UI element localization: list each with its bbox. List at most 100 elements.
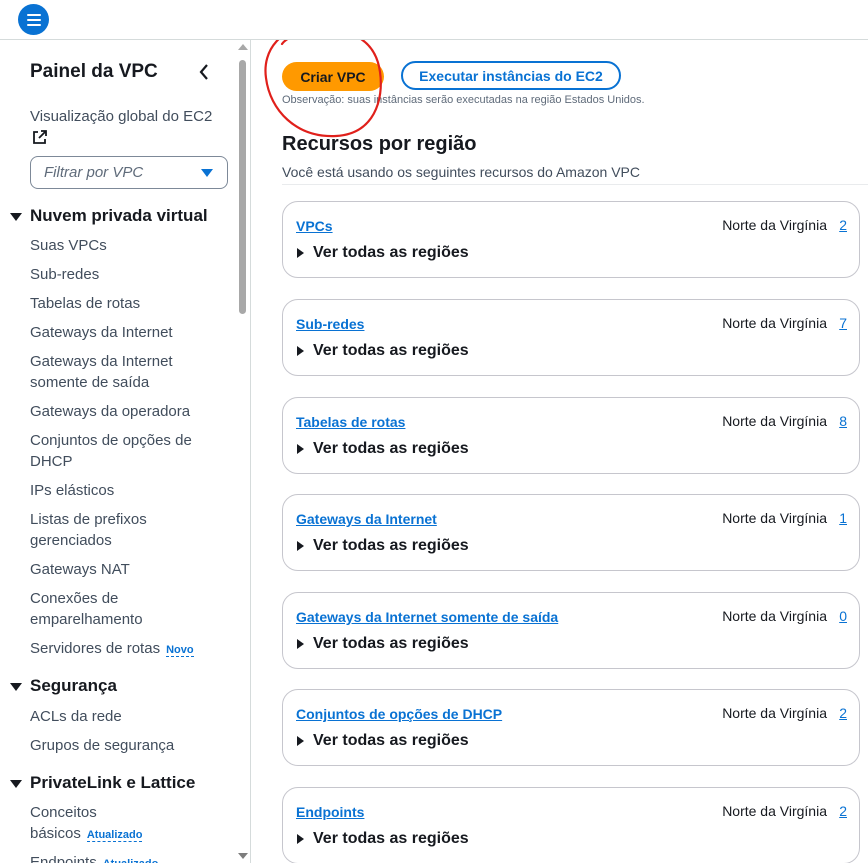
expand-all-regions[interactable]: Ver todas as regiões [297, 732, 469, 750]
sidebar-item-security-groups[interactable]: Grupos de segurança [30, 735, 220, 756]
resource-card: Tabelas de rotas Norte da Virgínia 8 Ver to… [282, 397, 860, 474]
section-security-label: Segurança [30, 676, 117, 695]
resource-link[interactable]: Sub-redes [296, 316, 364, 332]
expand-all-regions[interactable]: Ver todas as regiões [297, 537, 469, 555]
expand-all-regions[interactable]: Ver todas as regiões [297, 244, 469, 262]
sidebar-item-carrier-gateways[interactable]: Gateways da operadora [30, 401, 220, 422]
menu-icon[interactable] [18, 4, 49, 35]
resource-card: Gateways da Internet somente de saída Nor… [282, 592, 860, 669]
sidebar-item-route-servers-label: Servidores de rotas [30, 640, 161, 657]
region-label: Norte da Virgínia [722, 413, 827, 429]
create-vpc-button[interactable]: Criar VPC [282, 62, 384, 91]
expand-all-regions[interactable]: Ver todas as regiões [297, 635, 469, 653]
sidebar-item-route-tables[interactable]: Tabelas de rotas [30, 293, 220, 314]
sidebar-item-peering-connections[interactable]: Conexões de emparelhamento [30, 588, 165, 630]
expand-all-regions[interactable]: Ver todas as regiões [297, 440, 469, 458]
expand-triangle-icon [297, 639, 304, 649]
resource-count-link[interactable]: 8 [839, 413, 847, 429]
expand-all-regions[interactable]: Ver todas as regiões [297, 342, 469, 360]
section-security[interactable]: Segurança [10, 676, 117, 696]
section-vpc-label: Nuvem privada virtual [30, 206, 208, 225]
external-link-icon[interactable] [32, 129, 48, 145]
sidebar-item-dhcp-option-sets[interactable]: Conjuntos de opções de DHCP [30, 430, 200, 472]
top-bar [0, 0, 868, 40]
resource-card: Sub-redes Norte da Virgínia 7 Ver todas as … [282, 299, 860, 376]
expand-label: Ver todas as regiões [313, 537, 469, 554]
scrollbar-thumb[interactable] [239, 60, 246, 314]
sidebar-item-egress-only-gateways[interactable]: Gateways da Internet somente de saída [30, 351, 190, 393]
sidebar-item-elastic-ips[interactable]: IPs elásticos [30, 480, 220, 501]
expand-label: Ver todas as regiões [313, 830, 469, 847]
vpc-filter-select[interactable]: Filtrar por VPC [30, 156, 228, 189]
resource-card: VPCs Norte da Virgínia 2 Ver todas as regiõ… [282, 201, 860, 278]
caret-down-icon [10, 779, 22, 788]
expand-triangle-icon [297, 834, 304, 844]
sidebar-item-subnets[interactable]: Sub-redes [30, 264, 220, 285]
region-label: Norte da Virgínia [722, 217, 827, 233]
launch-note: Observação: suas instâncias serão execut… [282, 94, 645, 106]
sidebar-item-route-servers[interactable]: Servidores de rotas Novo [30, 638, 230, 661]
region-label: Norte da Virgínia [722, 608, 827, 624]
resource-link[interactable]: Tabelas de rotas [296, 414, 405, 430]
sidebar-item-endpoints[interactable]: Endpoints Atualizado [30, 852, 220, 863]
resources-title: Recursos por região [282, 133, 477, 155]
hand-drawn-circle-annotation [264, 40, 382, 138]
region-label: Norte da Virgínia [722, 510, 827, 526]
launch-ec2-button[interactable]: Executar instâncias do EC2 [401, 61, 621, 90]
section-privatelink[interactable]: PrivateLink e Lattice [10, 773, 195, 793]
sidebar-item-managed-prefix-lists[interactable]: Listas de prefixos gerenciados [30, 509, 165, 551]
expand-triangle-icon [297, 541, 304, 551]
vpc-filter-placeholder: Filtrar por VPC [44, 164, 144, 181]
sidebar-item-nat-gateways[interactable]: Gateways NAT [30, 559, 220, 580]
scroll-down-icon[interactable] [238, 853, 248, 859]
sidebar-item-ec2-global-view[interactable]: Visualização global do EC2 [30, 106, 212, 127]
divider [282, 184, 868, 185]
resource-card: Endpoints Norte da Virgínia 2 Ver todas as … [282, 787, 860, 863]
resource-link[interactable]: Endpoints [296, 804, 364, 820]
sidebar: Painel da VPC Visualização global do EC2… [0, 40, 251, 863]
resource-link[interactable]: Conjuntos de opções de DHCP [296, 706, 502, 722]
updated-badge: Atualizado [86, 829, 143, 842]
expand-triangle-icon [297, 248, 304, 258]
region-label: Norte da Virgínia [722, 803, 827, 819]
scroll-up-icon[interactable] [238, 44, 248, 50]
expand-triangle-icon [297, 346, 304, 356]
resource-count-link[interactable]: 2 [839, 803, 847, 819]
expand-label: Ver todas as regiões [313, 244, 469, 261]
sidebar-item-your-vpcs[interactable]: Suas VPCs [30, 235, 220, 256]
resources-description: Você está usando os seguintes recursos d… [282, 164, 640, 180]
sidebar-title: Painel da VPC [30, 61, 158, 82]
caret-down-icon [10, 682, 22, 691]
expand-all-regions[interactable]: Ver todas as regiões [297, 830, 469, 848]
resource-count-link[interactable]: 1 [839, 510, 847, 526]
expand-triangle-icon [297, 736, 304, 746]
sidebar-item-network-acls[interactable]: ACLs da rede [30, 706, 220, 727]
resource-link[interactable]: Gateways da Internet [296, 511, 437, 527]
resource-link[interactable]: Gateways da Internet somente de saída [296, 609, 558, 625]
region-label: Norte da Virgínia [722, 705, 827, 721]
resource-link[interactable]: VPCs [296, 218, 333, 234]
resource-count-link[interactable]: 2 [839, 217, 847, 233]
sidebar-item-internet-gateways[interactable]: Gateways da Internet [30, 322, 220, 343]
expand-triangle-icon [297, 444, 304, 454]
expand-label: Ver todas as regiões [313, 342, 469, 359]
expand-label: Ver todas as regiões [313, 440, 469, 457]
caret-down-icon [10, 212, 22, 221]
resource-count-link[interactable]: 0 [839, 608, 847, 624]
sidebar-scrollbar[interactable] [238, 44, 248, 863]
resource-card: Gateways da Internet Norte da Virgínia 1 Ve… [282, 494, 860, 571]
resource-count-link[interactable]: 7 [839, 315, 847, 331]
caret-down-icon [201, 169, 213, 177]
expand-label: Ver todas as regiões [313, 732, 469, 749]
resource-card: Conjuntos de opções de DHCP Norte da Virg… [282, 689, 860, 766]
region-label: Norte da Virgínia [722, 315, 827, 331]
sidebar-item-getting-started[interactable]: Conceitos básicos Atualizado [30, 802, 160, 846]
new-badge: Novo [166, 644, 194, 657]
main-content: Criar VPC Executar instâncias do EC2 Obs… [252, 40, 868, 863]
chevron-left-icon[interactable] [196, 62, 212, 82]
section-vpc[interactable]: Nuvem privada virtual [10, 206, 208, 226]
section-privatelink-label: PrivateLink e Lattice [30, 773, 196, 792]
sidebar-item-endpoints-label: Endpoints [30, 854, 97, 863]
expand-label: Ver todas as regiões [313, 635, 469, 652]
resource-count-link[interactable]: 2 [839, 705, 847, 721]
